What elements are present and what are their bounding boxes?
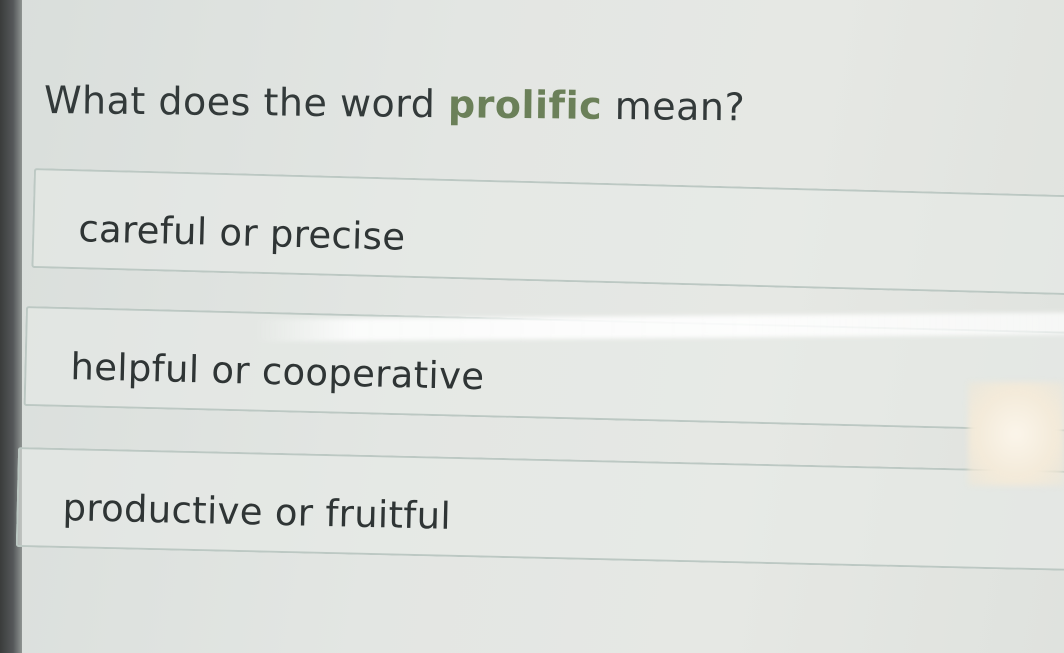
question-prefix: What does the word xyxy=(43,78,449,127)
question-suffix: mean? xyxy=(601,83,746,130)
question-keyword: prolific xyxy=(447,82,603,128)
answer-option-label: helpful or cooperative xyxy=(70,345,485,399)
question-prompt: What does the word prolific mean? xyxy=(44,78,746,129)
answer-option-label: careful or precise xyxy=(77,207,406,259)
answer-option-label: productive or fruitful xyxy=(62,486,452,538)
answer-option-1[interactable]: careful or precise xyxy=(31,168,1064,297)
answer-option-2[interactable]: helpful or cooperative xyxy=(23,306,1064,433)
screen-bezel xyxy=(0,0,22,653)
answer-option-3[interactable]: productive or fruitful xyxy=(15,447,1064,572)
